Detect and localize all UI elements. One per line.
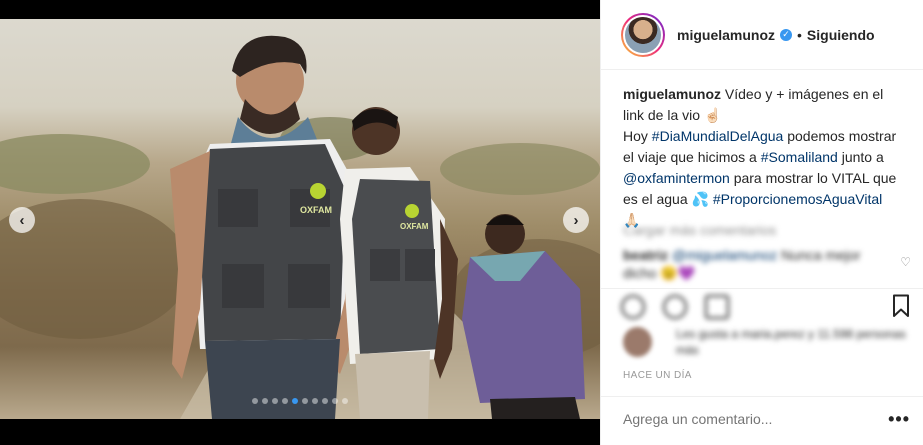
caption-text-c: junto a <box>837 149 884 165</box>
comment-bubble-icon[interactable] <box>663 295 687 319</box>
carousel-dot <box>342 398 348 404</box>
caption-text-a: Hoy <box>623 128 652 144</box>
liker-avatar[interactable] <box>623 327 652 357</box>
post-photo: OXFAM OXFAM <box>0 19 600 419</box>
username-link[interactable]: miguelamunoz <box>677 27 775 43</box>
hashtag-proporcionemos-agua-vital[interactable]: #ProporcionemosAguaVital <box>713 191 882 207</box>
carousel-dot <box>252 398 258 404</box>
carousel-dot <box>282 398 288 404</box>
likes-summary: Les gusta a maria.perez y 11.598 persona… <box>623 326 923 358</box>
avatar[interactable] <box>621 12 665 57</box>
caption-username[interactable]: miguelamunoz <box>623 86 721 102</box>
pointing-up-emoji: ☝🏻 <box>703 107 722 123</box>
post-details-panel: miguelamunoz ✓ • Siguiendo miguelamunoz … <box>600 0 923 445</box>
following-button[interactable]: Siguiendo <box>807 27 875 43</box>
comment-mention[interactable]: @miguelamunoz <box>672 247 777 263</box>
comment-like-heart-icon[interactable]: ♡ <box>900 255 911 269</box>
hashtag-somaliland[interactable]: #Somaliland <box>761 149 838 165</box>
carousel-dot <box>292 398 298 404</box>
carousel-dot <box>312 398 318 404</box>
carousel-dot <box>262 398 268 404</box>
carousel-dot <box>272 398 278 404</box>
chevron-right-icon: › <box>573 211 579 229</box>
carousel-dot <box>332 398 338 404</box>
photo-illustration: OXFAM OXFAM <box>0 35 600 419</box>
post-media: OXFAM OXFAM ‹ › <box>0 0 600 445</box>
post-actions-bar <box>601 288 923 322</box>
previous-slide-button[interactable]: ‹ <box>9 207 35 233</box>
post-header: miguelamunoz ✓ • Siguiendo <box>601 0 923 70</box>
avatar-image <box>623 14 663 55</box>
chevron-left-icon: ‹ <box>19 211 25 229</box>
hashtag-dia-mundial-del-agua[interactable]: #DiaMundialDelAgua <box>652 128 784 144</box>
share-icon[interactable] <box>705 295 729 319</box>
post-timestamp[interactable]: HACE UN DÍA <box>623 370 692 381</box>
verified-badge-icon: ✓ <box>780 28 793 41</box>
comment-composer: ••• <box>601 396 923 445</box>
post-caption: miguelamunoz Vídeo y + imágenes en el li… <box>601 70 923 231</box>
header-separator: • <box>797 26 802 43</box>
next-slide-button[interactable]: › <box>563 207 589 233</box>
bookmark-icon[interactable] <box>892 294 910 318</box>
instagram-post-modal: OXFAM OXFAM ‹ › miguelamunoz ✓ • Siguien… <box>0 0 923 445</box>
like-heart-icon[interactable] <box>621 295 645 319</box>
comment-item: beatriz @miguelamunoz Nunca mejor dicho … <box>623 246 883 282</box>
vest-logo-text-1: OXFAM <box>300 205 332 215</box>
load-more-comments-link[interactable]: Cargar más comentarios <box>623 222 776 238</box>
more-options-icon[interactable]: ••• <box>888 409 910 430</box>
water-emoji: 💦 <box>691 191 709 207</box>
carousel-dot <box>302 398 308 404</box>
comment-input[interactable] <box>623 411 804 427</box>
carousel-dot <box>322 398 328 404</box>
vest-logo-text-2: OXFAM <box>400 222 429 231</box>
mention-oxfamintermon[interactable]: @oxfamintermon <box>623 170 730 186</box>
comment-username[interactable]: beatriz <box>623 247 668 263</box>
carousel-indicator <box>0 398 600 404</box>
likes-text[interactable]: Les gusta a maria.perez y 11.598 persona… <box>676 326 923 358</box>
